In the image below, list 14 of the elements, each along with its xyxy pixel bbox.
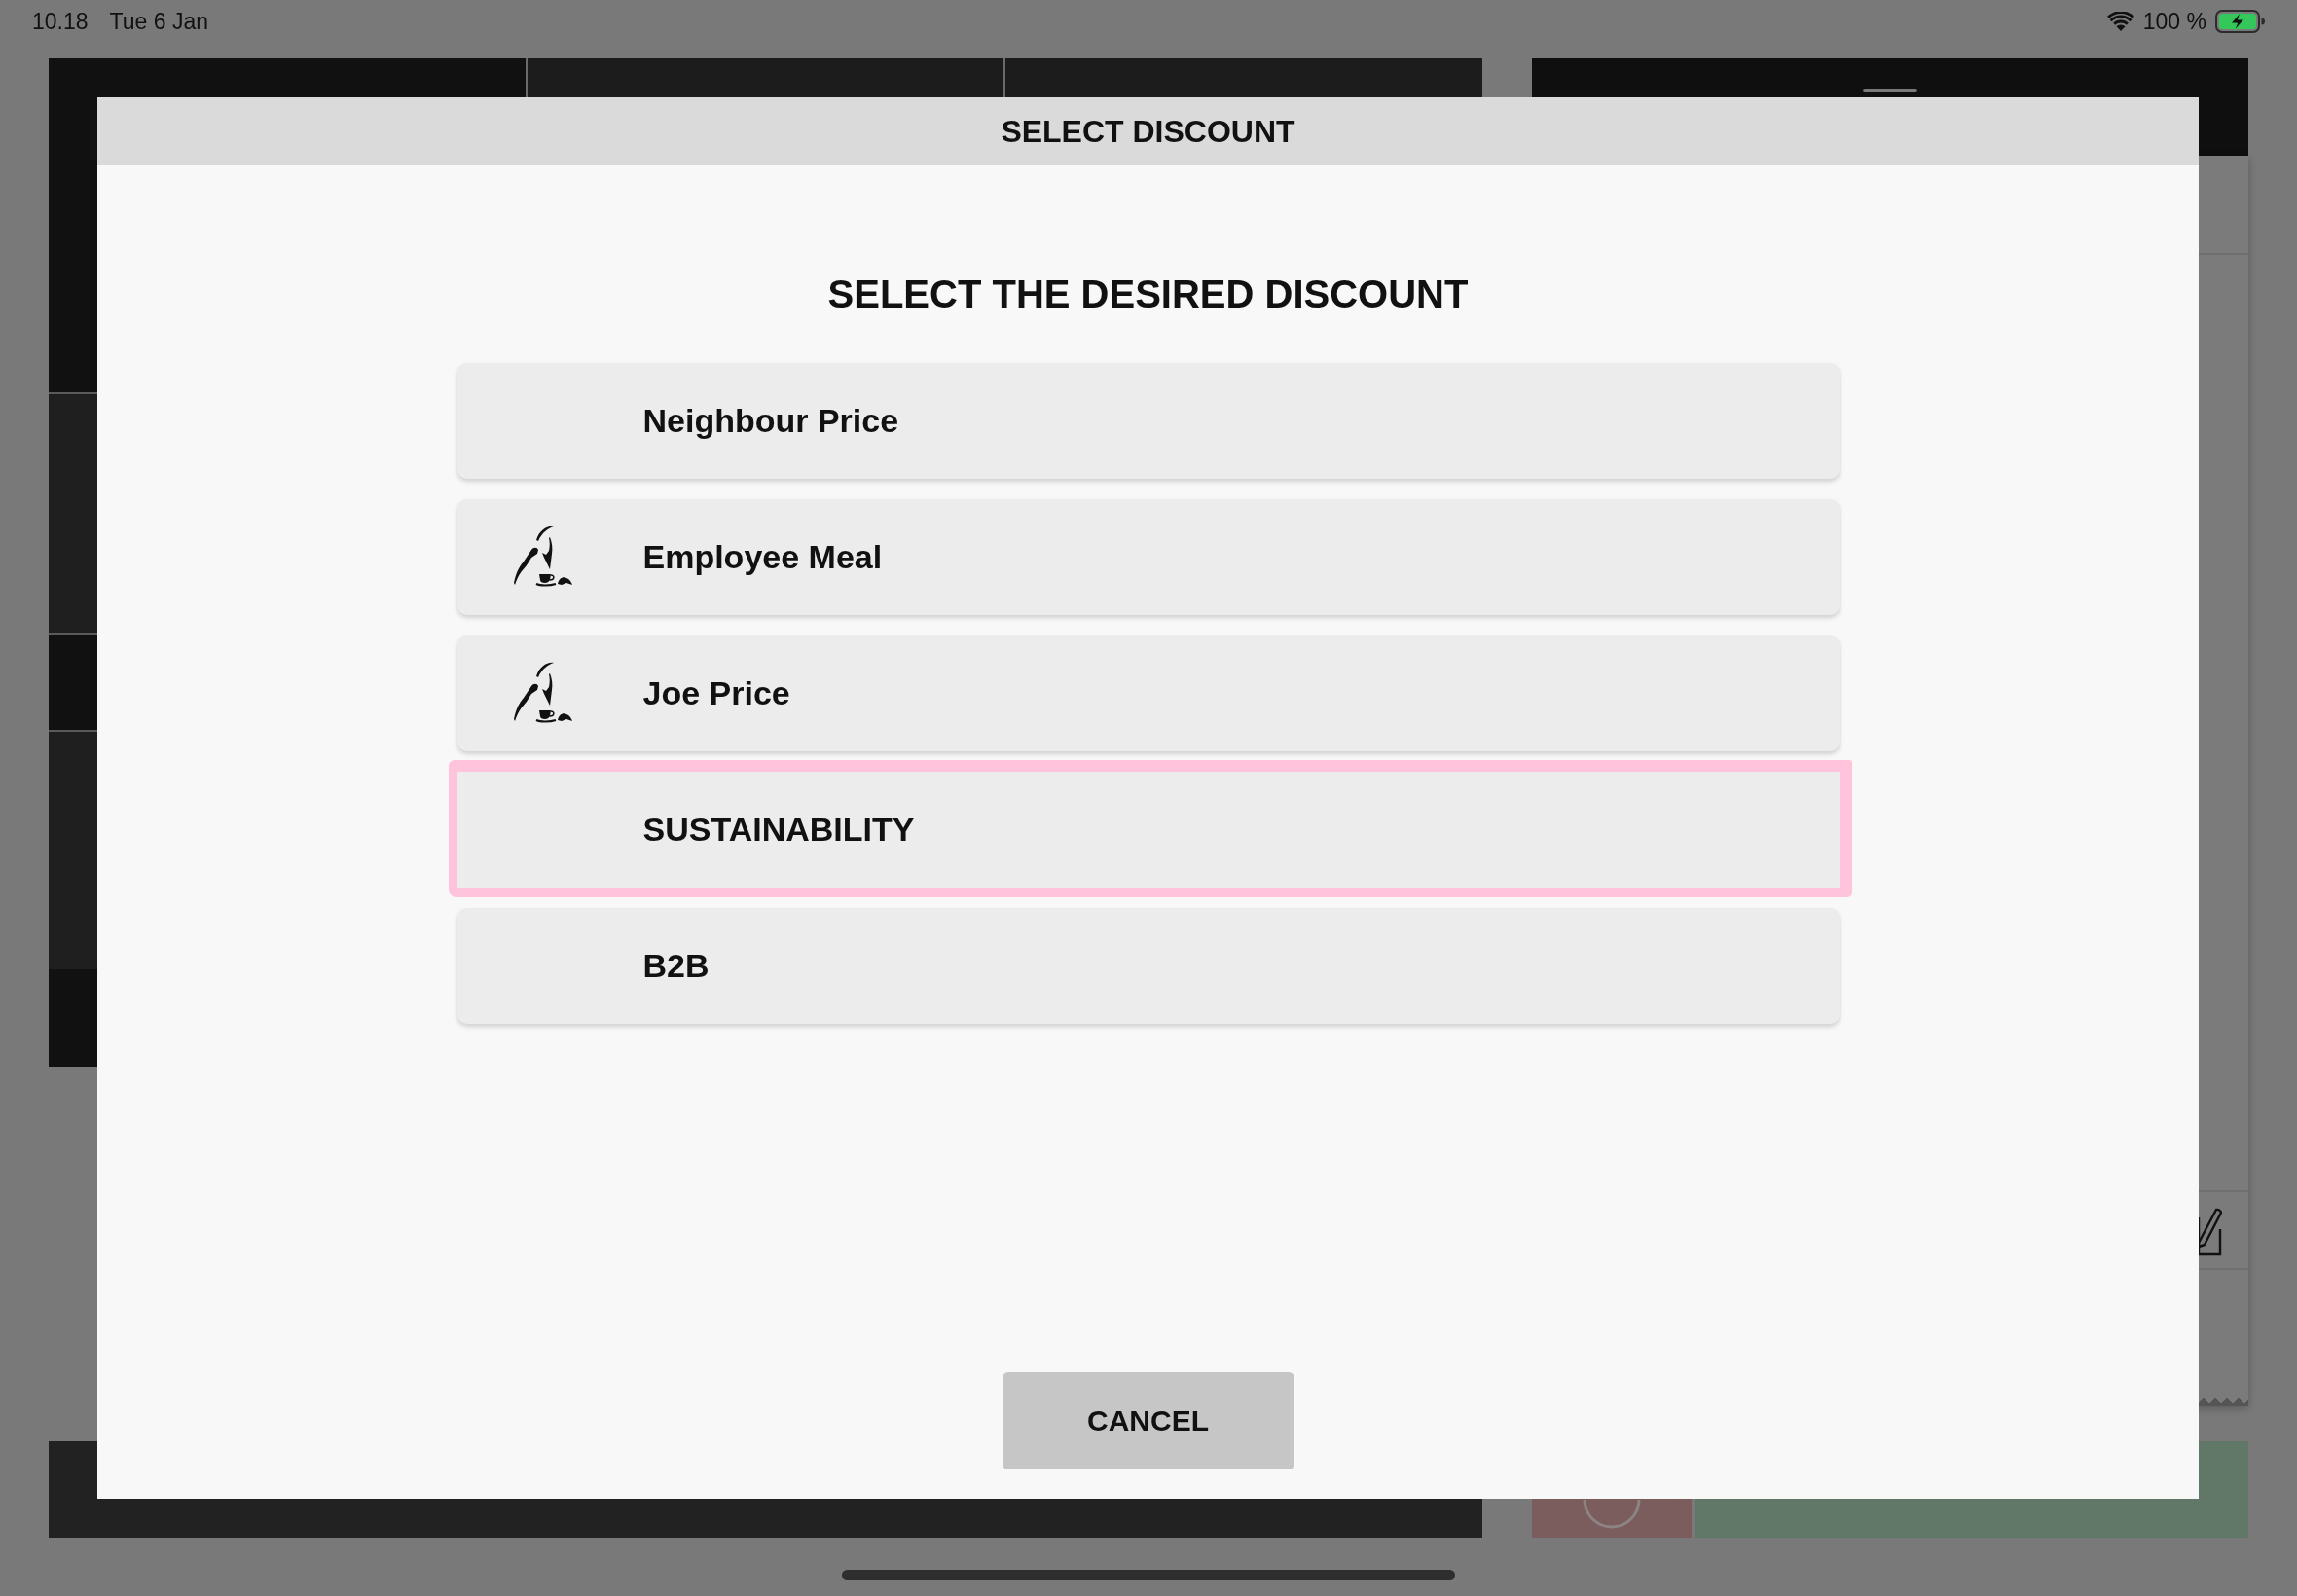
status-date: Tue 6 Jan (109, 8, 208, 36)
dialog-title: SELECT DISCOUNT (1001, 113, 1295, 150)
wifi-icon (2106, 12, 2134, 31)
discount-option[interactable]: B2B (456, 908, 1840, 1024)
drag-handle[interactable] (1863, 89, 1917, 92)
dialog-heading: SELECT THE DESIRED DISCOUNT (827, 272, 1469, 317)
cancel-button[interactable]: CANCEL (1002, 1372, 1294, 1469)
discount-option[interactable]: Neighbour Price (456, 363, 1840, 479)
discount-option[interactable]: Employee Meal (456, 499, 1840, 615)
battery-charging-icon (2215, 10, 2266, 33)
battery-percent: 100 % (2142, 8, 2206, 36)
status-time: 10.18 (32, 8, 89, 36)
discount-option[interactable]: SUSTAINABILITY (456, 772, 1840, 888)
discount-option[interactable]: Joe Price (456, 635, 1840, 751)
